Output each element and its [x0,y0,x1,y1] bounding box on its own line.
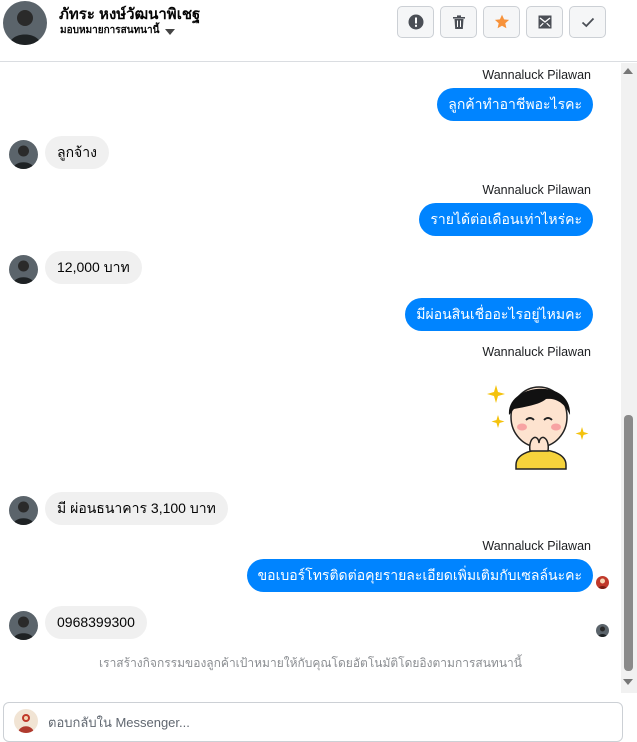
trash-icon [452,15,465,29]
reply-input[interactable] [48,715,608,730]
exclamation-icon [408,14,423,30]
outgoing-message[interactable]: รายได้ต่อเดือนเท่าไหร่คะ [419,203,593,236]
incoming-message[interactable]: 0968399300 [45,606,147,639]
star-icon [494,14,509,29]
reply-box[interactable] [3,702,623,742]
star-button[interactable] [483,6,520,38]
outgoing-message[interactable]: ลูกค้าทำอาชีพอะไรคะ [437,88,593,121]
contact-avatar-small[interactable] [9,611,38,640]
contact-avatar-small[interactable] [9,140,38,169]
check-icon [581,17,594,28]
delete-button[interactable] [440,6,477,38]
scrollbar-thumb[interactable] [624,415,633,671]
mark-spam-button[interactable] [397,6,434,38]
conversation-header: ภัทระ หงษ์วัฒนาพิเชฐ มอบหมายการสนทนานี้ [0,0,637,62]
scroll-down-arrow-icon[interactable] [623,679,633,685]
girl-praying-sticker[interactable] [484,365,592,473]
contact-avatar-small[interactable] [9,496,38,525]
contact-avatar[interactable] [3,1,47,45]
read-receipt-avatar [596,624,609,637]
incoming-message[interactable]: 12,000 บาท [45,251,142,284]
scroll-up-arrow-icon[interactable] [623,68,633,74]
assign-label: มอบหมายการสนทนานี้ [60,25,160,36]
mark-done-button[interactable] [569,6,606,38]
assign-conversation-dropdown[interactable]: มอบหมายการสนทนานี้ [60,23,176,38]
lead-activity-notice: เราสร้างกิจกรรมของลูกค้าเป้าหมายให้กับคุ… [99,656,522,670]
caret-down-icon [165,28,176,35]
page-avatar [14,709,38,733]
message-thread[interactable]: Wannaluck Pilawan ลูกค้าทำอาชีพอะไรคะ ลู… [0,63,621,693]
sender-name: Wannaluck Pilawan [482,68,591,82]
envelope-icon [538,15,551,29]
sender-name: Wannaluck Pilawan [482,539,591,553]
mark-unread-button[interactable] [526,6,563,38]
seen-indicator-avatar [596,576,609,589]
outgoing-message[interactable]: มีผ่อนสินเชื่ออะไรอยู่ไหมคะ [405,298,593,331]
contact-avatar-small[interactable] [9,255,38,284]
sender-name: Wannaluck Pilawan [482,183,591,197]
outgoing-message[interactable]: ขอเบอร์โทรติดต่อคุยรายละเอียดเพิ่มเติมกั… [246,559,593,592]
incoming-message[interactable]: มี ผ่อนธนาคาร 3,100 บาท [45,492,228,525]
sender-name: Wannaluck Pilawan [482,345,591,359]
incoming-message[interactable]: ลูกจ้าง [45,136,109,169]
